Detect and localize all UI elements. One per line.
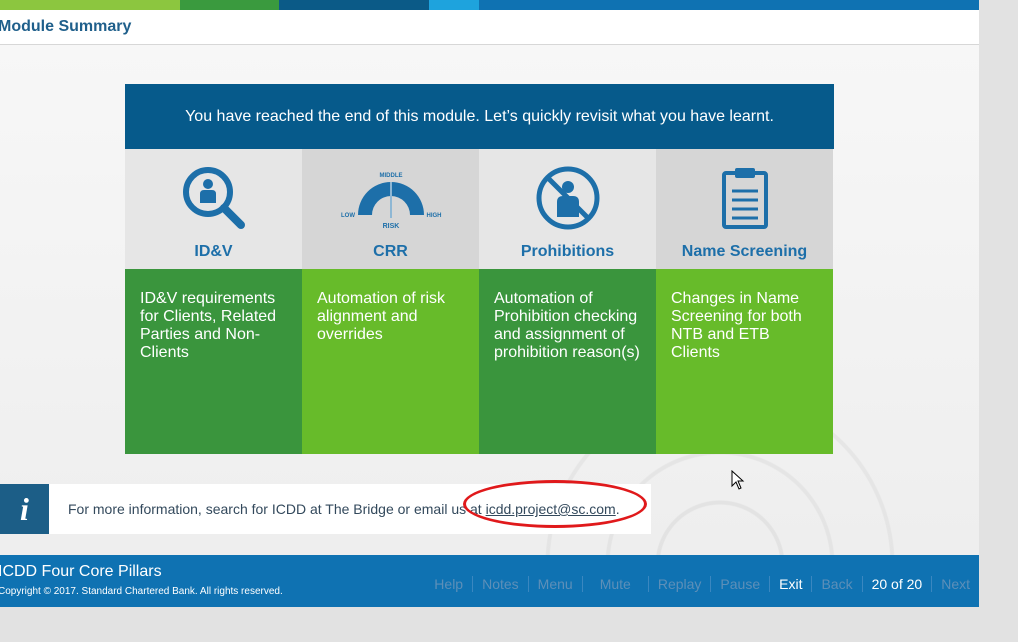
notes-button[interactable]: Notes [472,576,528,592]
pillar-description: Changes in Name Screening for both NTB a… [671,290,802,361]
help-button[interactable]: Help [425,576,472,592]
pillar-name-screening: Name Screening Changes in Name Screening… [656,149,833,454]
summary-heading: You have reached the end of this module.… [125,84,834,149]
pillar-description: Automation of risk alignment and overrid… [317,290,446,343]
page-counter: 20 of 20 [861,576,932,592]
copyright-text: Copyright © 2017. Standard Chartered Ban… [0,586,283,597]
course-title: ICDD Four Core Pillars [0,563,162,580]
header-bar: Module Summary [0,10,979,45]
pillar-description: Automation of Prohibition checking and a… [494,290,640,361]
next-button[interactable]: Next [931,576,979,592]
gauge-low-label: LOW [341,213,355,219]
pillar-prohibitions: Prohibitions Automation of Prohibition c… [479,149,656,454]
back-button[interactable]: Back [811,576,861,592]
gauge-high-label: HIGH [426,213,441,219]
progress-color-bar [0,0,979,10]
page-title: Module Summary [0,18,132,35]
exit-button[interactable]: Exit [769,576,811,592]
pillar-description: ID&V requirements for Clients, Related P… [140,290,277,361]
summary-panel: You have reached the end of this module.… [125,84,834,454]
mouse-cursor-icon [731,470,745,490]
player-nav: Help Notes Menu Mute Replay Pause Exit B… [425,574,979,594]
pillar-label: ID&V [194,243,233,260]
mute-button[interactable]: Mute [581,576,648,592]
menu-button[interactable]: Menu [527,576,582,592]
pillar-crr: MIDDLE LOW HIGH RISK CRR Automation of r… [302,149,479,454]
gauge-risk-label: RISK [382,223,399,230]
footer-bar: ICDD Four Core Pillars Copyright © 2017.… [0,555,979,607]
highlight-ellipse [463,480,647,528]
replay-button[interactable]: Replay [647,576,711,592]
magnifier-person-icon [125,163,302,233]
pillar-idv: ID&V ID&V requirements for Clients, Rela… [125,149,302,454]
clipboard-icon [656,163,833,233]
course-player: Module Summary You have reached the end … [0,0,979,607]
pause-button[interactable]: Pause [710,576,769,592]
gauge-middle-label: MIDDLE [379,173,402,179]
prohibited-person-icon [479,163,656,233]
pillar-label: CRR [373,243,408,260]
info-icon: i [0,484,49,534]
pillar-label: Prohibitions [520,243,615,260]
risk-gauge-icon: MIDDLE LOW HIGH RISK [302,163,479,233]
pillar-label: Name Screening [681,243,808,260]
